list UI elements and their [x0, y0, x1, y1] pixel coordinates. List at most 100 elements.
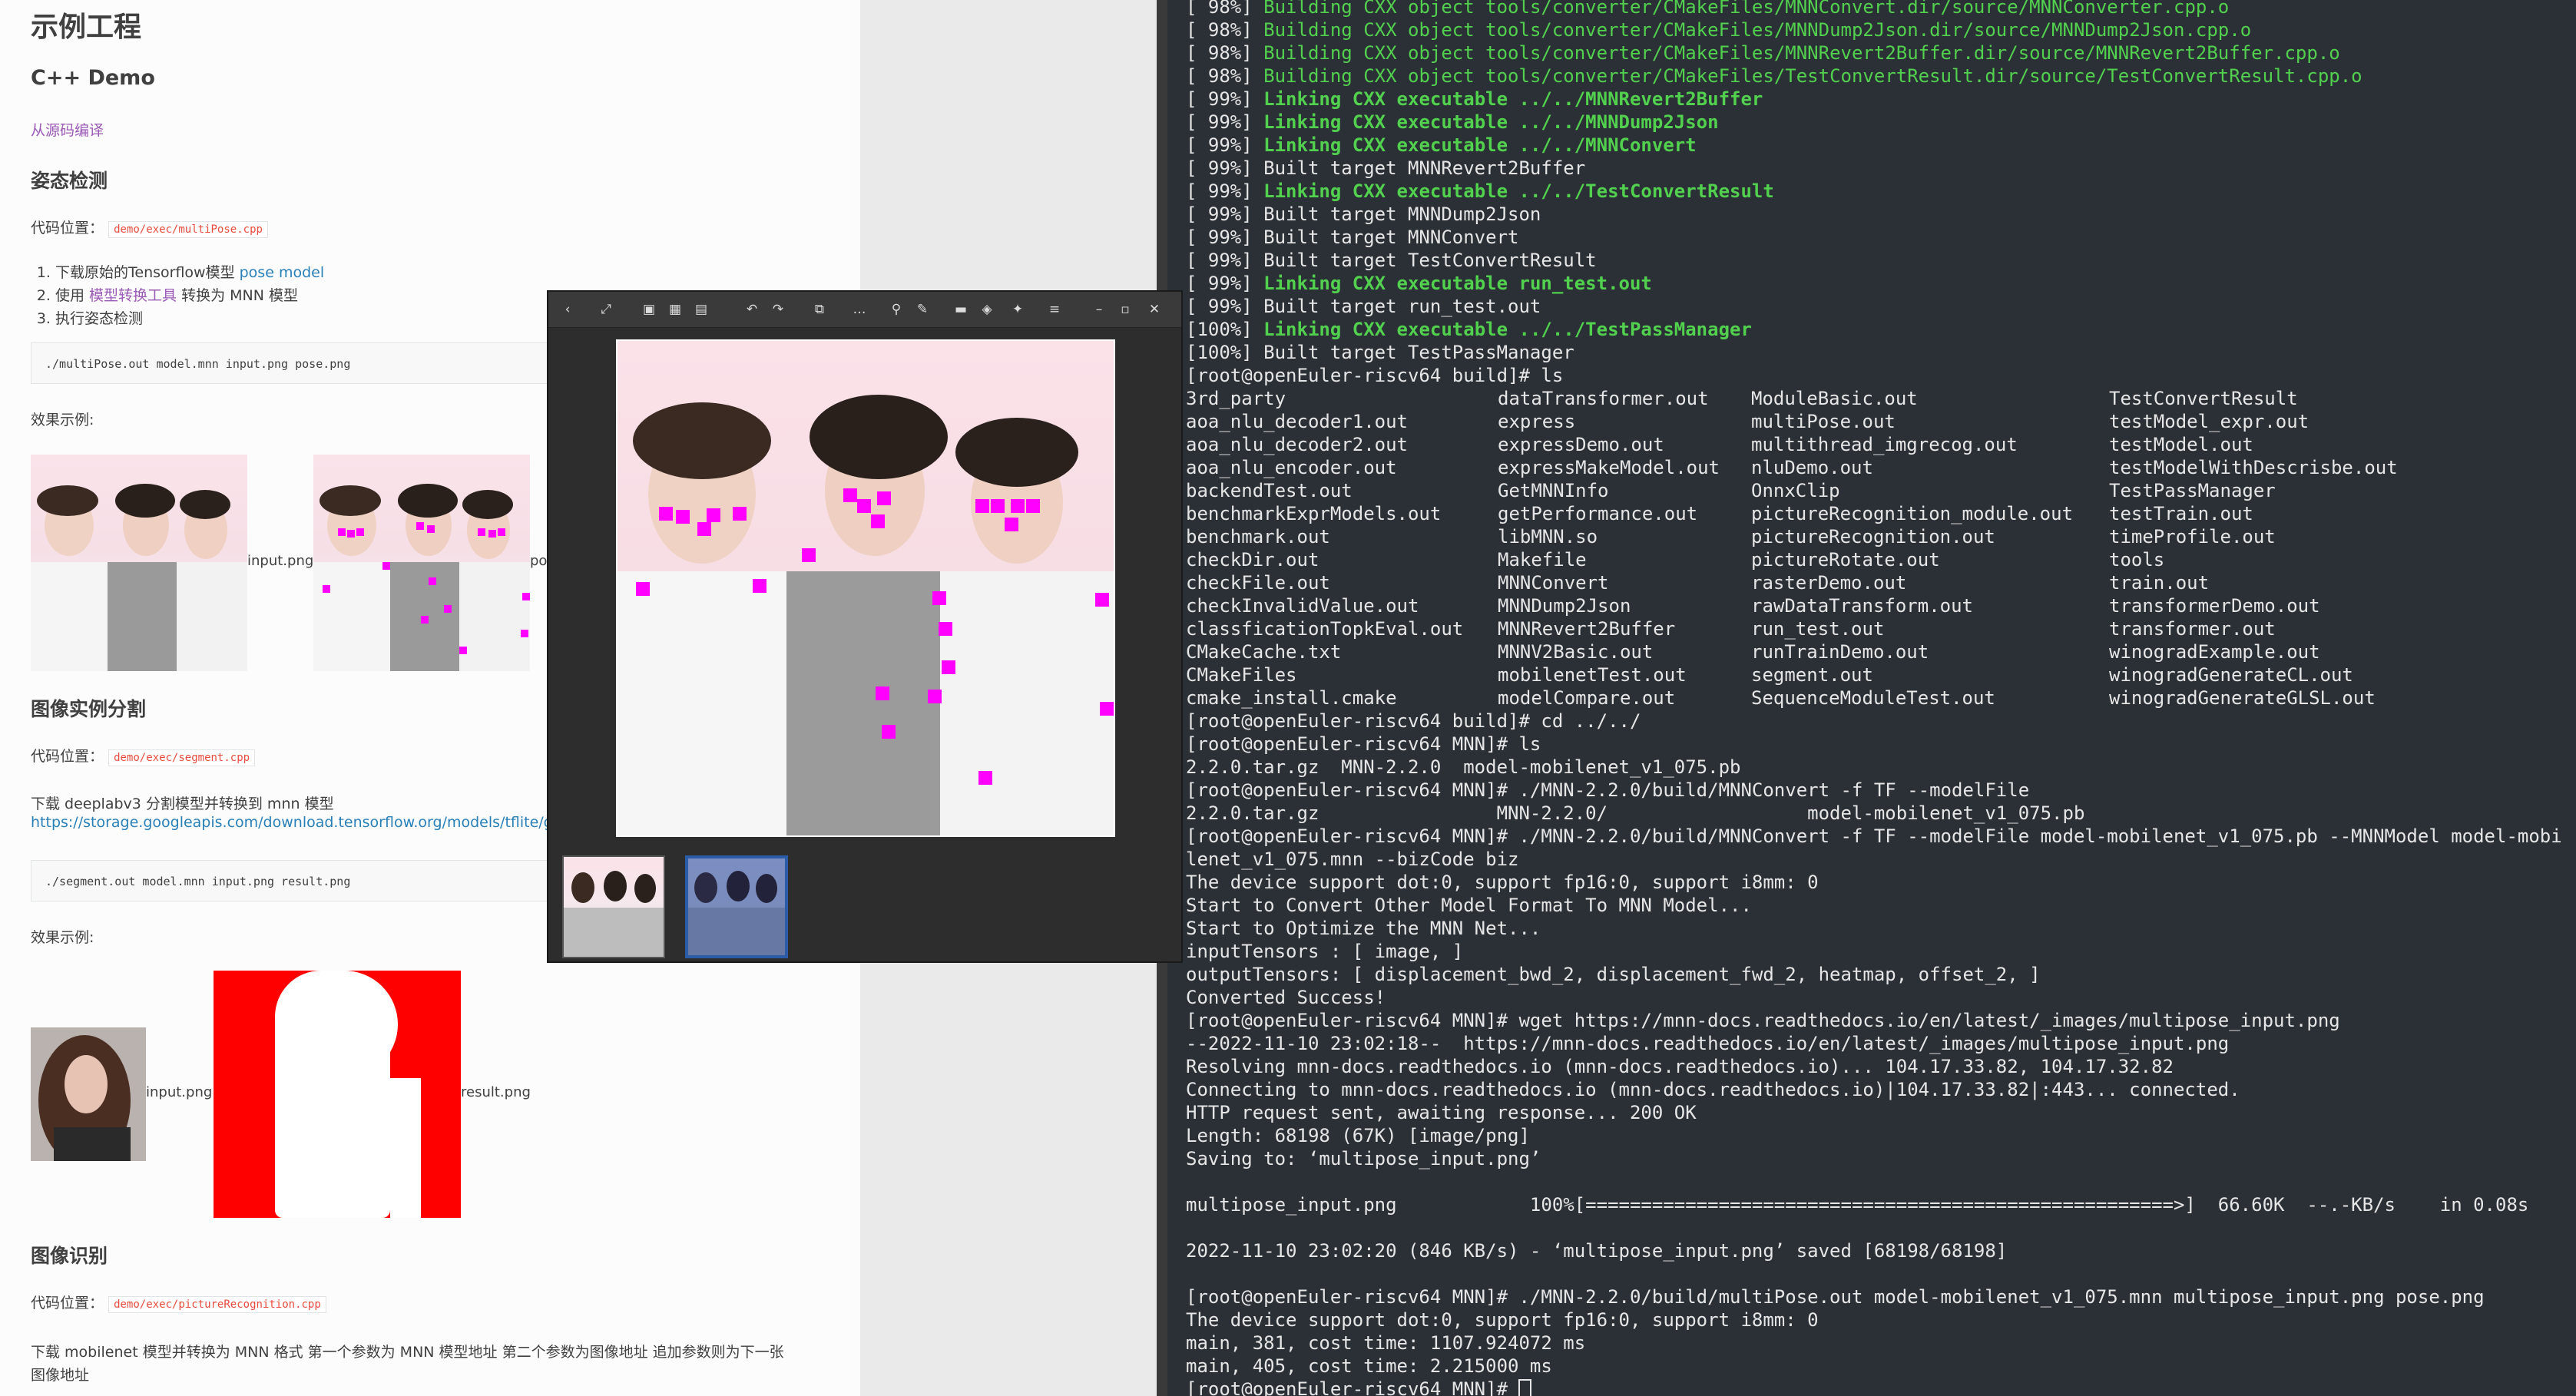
ls-entry: express [1498, 411, 1576, 432]
ls-entry: pictureRotate.out [1751, 549, 1940, 571]
maximize-icon[interactable]: ▫ [1115, 299, 1135, 319]
model-converter-link[interactable]: 模型转换工具 [89, 287, 177, 304]
terminal-line: [ 99%] Linking CXX executable ../../Test… [1186, 180, 1774, 202]
ls-entry: winogradGenerateGLSL.out [2109, 687, 2376, 709]
terminal-line: [root@openEuler-riscv64 MNN]# ./MNN-2.2.… [1186, 825, 2562, 847]
viewer-main-image[interactable] [616, 339, 1115, 837]
ls-entry: classficationTopkEval.out [1186, 618, 1464, 640]
ls-entry: Makefile [1498, 549, 1587, 571]
terminal-line: [ 99%] Linking CXX executable ../../MNNR… [1186, 88, 1763, 110]
comment-icon[interactable]: ▬ [951, 299, 971, 319]
terminal-line: main, 405, cost time: 2.215000 ms [1186, 1355, 1552, 1377]
seg-result-caption: result.png [461, 1084, 531, 1100]
ls-entry: CMakeFiles [1186, 664, 1297, 686]
pose-input-image [31, 455, 247, 671]
ls-entry: TestConvertResult [2109, 388, 2298, 409]
recog-code-path: demo/exec/pictureRecognition.cpp [108, 1296, 326, 1313]
pose-step-1: 下载原始的Tensorflow模型 pose model [55, 261, 324, 284]
add-icon[interactable]: ▤ [691, 299, 711, 319]
pose-step-2: 使用 模型转换工具 转换为 MNN 模型 [55, 284, 324, 307]
terminal-line: [100%] Linking CXX executable ../../Test… [1186, 319, 1752, 340]
terminal-cursor [1518, 1379, 1532, 1396]
ls-entry: MNNV2Basic.out [1498, 641, 1654, 663]
menu-icon[interactable]: ≡ [1045, 299, 1065, 319]
terminal-line: multipose_input.png 100%[===============… [1186, 1194, 2529, 1216]
ls-entry: multiPose.out [1751, 411, 1896, 432]
seg-input-image [31, 1027, 146, 1161]
build-from-source-link[interactable]: 从源码编译 [31, 119, 104, 140]
terminal-line: [ 99%] Built target run_test.out [1186, 296, 1541, 317]
back-icon[interactable]: ‹ [558, 299, 578, 319]
terminal-line: [root@openEuler-riscv64 build]# ls [1186, 365, 1564, 386]
ls-entry: aoa_nlu_encoder.out [1186, 457, 1397, 478]
terminal-line: [ 99%] Built target TestConvertResult [1186, 250, 1597, 271]
terminal-window[interactable]: [ 98%] Building CXX object tools/convert… [1167, 0, 2576, 1396]
viewer-toolbar: ‹ ⤢ ▣ ▦ ▤ ↶ ↷ ⧉ … ⚲ ✎ ▬ ◈ ✦ ≡ – ▫ ✕ [548, 292, 1181, 328]
terminal-line: [100%] Built target TestPassManager [1186, 342, 1574, 363]
recog-desc-line2: 图像地址 [31, 1367, 90, 1384]
minimize-icon[interactable]: – [1089, 299, 1109, 319]
terminal-line: [root@openEuler-riscv64 MNN]# wget https… [1186, 1010, 2340, 1031]
pose-step-3: 执行姿态检测 [55, 307, 324, 330]
ls-entry: testModel.out [2109, 434, 2253, 455]
recog-desc-line1: 下载 mobilenet 模型并转换为 MNN 格式 第一个参数为 MNN 模型… [31, 1344, 784, 1361]
section-segmentation: 图像实例分割 [31, 698, 147, 720]
fullscreen-icon[interactable]: ⤢ [596, 299, 616, 319]
terminal-line: [ 99%] Built target MNNDump2Json [1186, 203, 1541, 225]
terminal-line: Saving to: ‘multipose_input.png’ [1186, 1148, 1541, 1169]
single-view-icon[interactable]: ▣ [639, 299, 659, 319]
ls-entry: transformerDemo.out [2109, 595, 2320, 617]
seg-input-caption: input.png [146, 1084, 213, 1100]
pose-model-link[interactable]: pose model [240, 264, 324, 281]
rotate-left-icon[interactable]: ↶ [742, 299, 762, 319]
terminal-line: The device support dot:0, support fp16:0… [1186, 872, 1819, 893]
ls-entry: getPerformance.out [1498, 503, 1698, 524]
terminal-line: inputTensors : [ image, ] [1186, 941, 1464, 962]
terminal-line: The device support dot:0, support fp16:0… [1186, 1309, 1819, 1331]
ls-entry: winogradExample.out [2109, 641, 2320, 663]
ls-entry: segment.out [1751, 664, 1873, 686]
terminal-line: [ 99%] Linking CXX executable run_test.o… [1186, 273, 1652, 294]
viewer-thumbnail-pose[interactable] [685, 855, 788, 958]
ls-entry: run_test.out [1751, 618, 1885, 640]
terminal-line: [ 98%] Building CXX object tools/convert… [1186, 65, 2362, 87]
viewer-thumbnail-input[interactable] [562, 855, 665, 958]
ls-entry: 3rd_party [1186, 388, 1286, 409]
pose-output-image [313, 455, 530, 671]
ls-entry: expressMakeModel.out [1498, 457, 1720, 478]
close-icon[interactable]: ✕ [1144, 299, 1164, 319]
more-icon[interactable]: … [849, 299, 869, 319]
terminal-line: 2022-11-10 23:02:20 (846 KB/s) - ‘multip… [1186, 1240, 2008, 1262]
pose-steps-list: 下载原始的Tensorflow模型 pose model 使用 模型转换工具 转… [31, 261, 324, 330]
terminal-line: [ 99%] Linking CXX executable ../../MNND… [1186, 111, 1719, 133]
ls-entry: benchmarkExprModels.out [1186, 503, 1442, 524]
image-viewer-window[interactable]: ‹ ⤢ ▣ ▦ ▤ ↶ ↷ ⧉ … ⚲ ✎ ▬ ◈ ✦ ≡ – ▫ ✕ [547, 290, 1183, 963]
terminal-line: lenet_v1_075.mnn --bizCode biz [1186, 849, 1519, 870]
terminal-line: Start to Optimize the MNN Net... [1186, 918, 1541, 939]
ls-entry: MNNDump2Json [1498, 595, 1631, 617]
ls-entry: aoa_nlu_decoder2.out [1186, 434, 1408, 455]
tools-icon[interactable]: ✦ [1008, 299, 1028, 319]
ls-entry: checkInvalidValue.out [1186, 595, 1419, 617]
terminal-line: [root@openEuler-riscv64 MNN]# ls [1186, 733, 1541, 755]
ls-entry: runTrainDemo.out [1751, 641, 1929, 663]
seg-effect-label: 效果示例: [31, 929, 94, 946]
ls-entry: transformer.out [2109, 618, 2276, 640]
terminal-line: [root@openEuler-riscv64 MNN]# ./MNN-2.2.… [1186, 1286, 2485, 1308]
crop-icon[interactable]: ⧉ [810, 299, 829, 319]
pose-code-path: demo/exec/multiPose.cpp [108, 221, 268, 238]
seg-model-url[interactable]: https://storage.googleapis.com/download.… [31, 814, 585, 831]
ls-entry: TestPassManager [2109, 480, 2276, 501]
page-title: 示例工程 [31, 12, 142, 43]
ls-entry: winogradGenerateCL.out [2109, 664, 2353, 686]
ls-entry: checkDir.out [1186, 549, 1319, 571]
pin-icon[interactable]: ⚲ [886, 299, 906, 319]
edit-icon[interactable]: ✎ [912, 299, 932, 319]
ls-entry: GetMNNInfo [1498, 480, 1609, 501]
ls-entry: OnnxClip [1751, 480, 1840, 501]
rotate-right-icon[interactable]: ↷ [768, 299, 788, 319]
tag-icon[interactable]: ◈ [977, 299, 997, 319]
grid-view-icon[interactable]: ▦ [665, 299, 685, 319]
ls-entry: libMNN.so [1498, 526, 1598, 547]
seg-result-image [214, 971, 461, 1218]
